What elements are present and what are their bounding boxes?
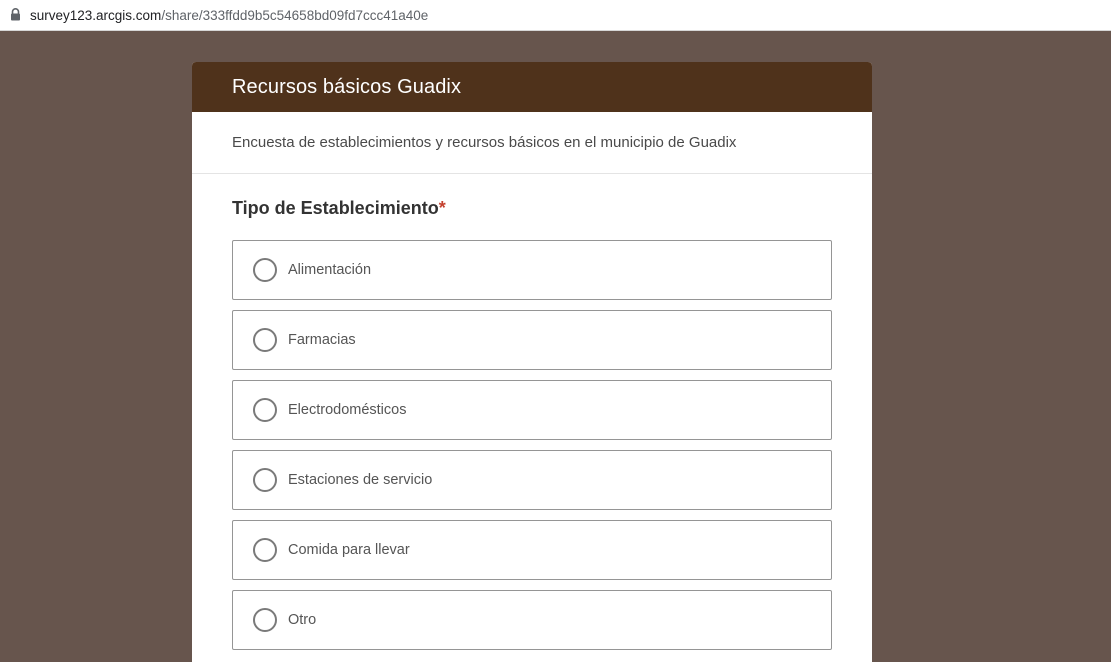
radio-button[interactable] (253, 398, 277, 422)
choice-label: Estaciones de servicio (288, 472, 433, 488)
browser-address-bar[interactable]: survey123.arcgis.com/share/333ffdd9b5c54… (0, 0, 1111, 31)
question-tipo-establecimiento: Tipo de Establecimiento* Alimentación Fa… (192, 174, 872, 650)
choice-alimentacion[interactable]: Alimentación (232, 240, 832, 300)
choice-label: Alimentación (288, 262, 372, 278)
radio-button[interactable] (253, 468, 277, 492)
url-path: /share/333ffdd9b5c54658bd09fd7ccc41a40e (161, 7, 429, 23)
survey-form: Recursos básicos Guadix Encuesta de esta… (192, 62, 872, 662)
survey-description-section: Encuesta de establecimientos y recursos … (192, 112, 872, 174)
choice-farmacias[interactable]: Farmacias (232, 310, 832, 370)
question-label-text: Tipo de Establecimiento (232, 198, 439, 218)
choice-estaciones-de-servicio[interactable]: Estaciones de servicio (232, 450, 832, 510)
question-label: Tipo de Establecimiento* (232, 196, 832, 220)
survey-description: Encuesta de establecimientos y recursos … (232, 134, 737, 151)
choice-label: Otro (288, 612, 317, 628)
radio-button[interactable] (253, 258, 277, 282)
choice-electrodomesticos[interactable]: Electrodomésticos (232, 380, 832, 440)
radio-button[interactable] (253, 328, 277, 352)
survey-title: Recursos básicos Guadix (232, 75, 462, 98)
choice-comida-para-llevar[interactable]: Comida para llevar (232, 520, 832, 580)
radio-button[interactable] (253, 538, 277, 562)
choice-label: Comida para llevar (288, 542, 410, 558)
choice-label: Electrodomésticos (288, 402, 407, 418)
choice-otro[interactable]: Otro (232, 590, 832, 650)
survey-header: Recursos básicos Guadix (192, 62, 872, 112)
choice-label: Farmacias (288, 332, 356, 348)
required-marker: * (438, 198, 446, 218)
lock-icon (11, 7, 20, 20)
url-domain: survey123.arcgis.com (30, 7, 162, 23)
radio-button[interactable] (253, 608, 277, 632)
